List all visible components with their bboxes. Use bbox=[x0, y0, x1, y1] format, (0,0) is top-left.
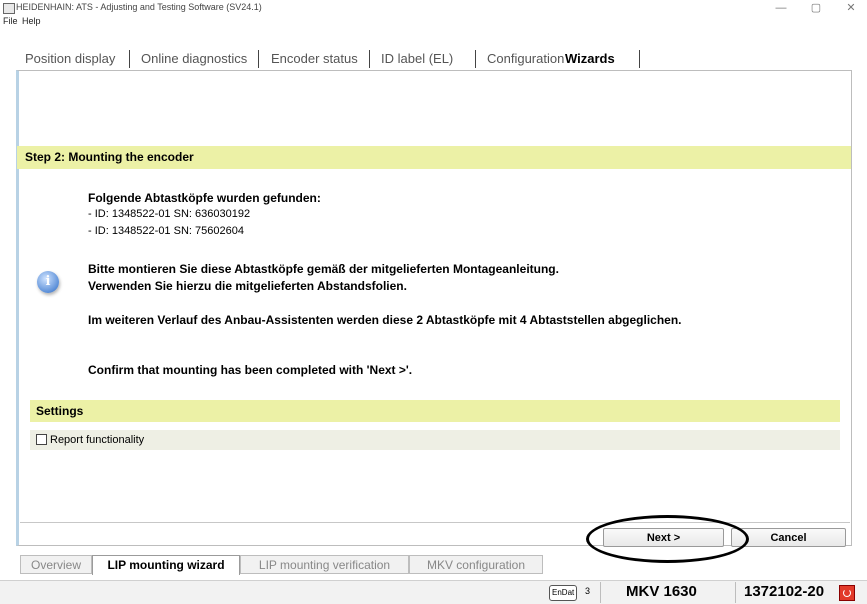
endat-icon: EnDat bbox=[549, 585, 578, 601]
tab-position-display[interactable]: Position display bbox=[25, 48, 115, 70]
status-bar: EnDat 3 MKV 1630 1372102-20 bbox=[0, 580, 867, 604]
window-title: HEIDENHAIN: ATS - Adjusting and Testing … bbox=[16, 2, 262, 12]
step-header: Step 2: Mounting the encoder bbox=[17, 146, 851, 169]
footer-divider bbox=[20, 522, 850, 523]
confirm-text: Confirm that mounting has been completed… bbox=[88, 363, 413, 377]
menu-file[interactable]: File bbox=[3, 16, 18, 26]
menu-bar: File Help bbox=[0, 16, 867, 30]
status-separator bbox=[735, 582, 736, 603]
power-status-icon[interactable] bbox=[839, 585, 855, 601]
tab-separator bbox=[369, 50, 370, 68]
tab-id-label[interactable]: ID label (EL) bbox=[381, 48, 453, 70]
wizard-panel bbox=[16, 70, 852, 546]
instruction-text: Bitte montieren Sie diese Abtastköpfe ge… bbox=[88, 262, 559, 276]
tab-wizards[interactable]: Wizards bbox=[565, 48, 615, 70]
report-functionality-row: Report functionality bbox=[30, 430, 840, 450]
tab-separator bbox=[129, 50, 130, 68]
found-head-item: - ID: 1348522-01 SN: 636030192 bbox=[88, 208, 251, 220]
tab-online-diagnostics[interactable]: Online diagnostics bbox=[141, 48, 247, 70]
report-functionality-checkbox[interactable] bbox=[36, 433, 47, 445]
encoder-model: MKV 1630 bbox=[626, 583, 697, 600]
tab-overview[interactable]: Overview bbox=[20, 555, 92, 574]
status-separator bbox=[600, 582, 601, 603]
tab-lip-mounting-wizard[interactable]: LIP mounting wizard bbox=[92, 555, 240, 575]
app-icon bbox=[3, 3, 15, 14]
endat-version: 3 bbox=[585, 586, 591, 596]
menu-help[interactable]: Help bbox=[22, 16, 41, 26]
settings-header: Settings bbox=[30, 400, 840, 422]
next-button[interactable]: Next > bbox=[603, 528, 724, 547]
tab-separator bbox=[475, 50, 476, 68]
cancel-button[interactable]: Cancel bbox=[731, 528, 846, 547]
tab-encoder-status[interactable]: Encoder status bbox=[271, 48, 358, 70]
tab-configuration[interactable]: Configuration bbox=[487, 48, 564, 70]
tab-separator bbox=[639, 50, 640, 68]
tab-separator bbox=[258, 50, 259, 68]
info-icon: i bbox=[37, 271, 59, 293]
tab-mkv-configuration[interactable]: MKV configuration bbox=[409, 555, 543, 574]
encoder-id: 1372102-20 bbox=[744, 583, 825, 600]
maximize-button[interactable]: ▢ bbox=[801, 0, 831, 16]
instruction-text: Im weiteren Verlauf des Anbau-Assistente… bbox=[88, 313, 682, 327]
tab-lip-mounting-verification[interactable]: LIP mounting verification bbox=[240, 555, 409, 574]
minimize-button[interactable]: — bbox=[766, 0, 796, 16]
report-functionality-label: Report functionality bbox=[50, 434, 145, 446]
found-heads-title: Folgende Abtastköpfe wurden gefunden: bbox=[88, 191, 321, 205]
title-bar: HEIDENHAIN: ATS - Adjusting and Testing … bbox=[0, 0, 867, 16]
instruction-text: Verwenden Sie hierzu die mitgelieferten … bbox=[88, 279, 407, 293]
found-head-item: - ID: 1348522-01 SN: 75602604 bbox=[88, 225, 244, 237]
close-button[interactable]: ✕ bbox=[836, 0, 866, 16]
